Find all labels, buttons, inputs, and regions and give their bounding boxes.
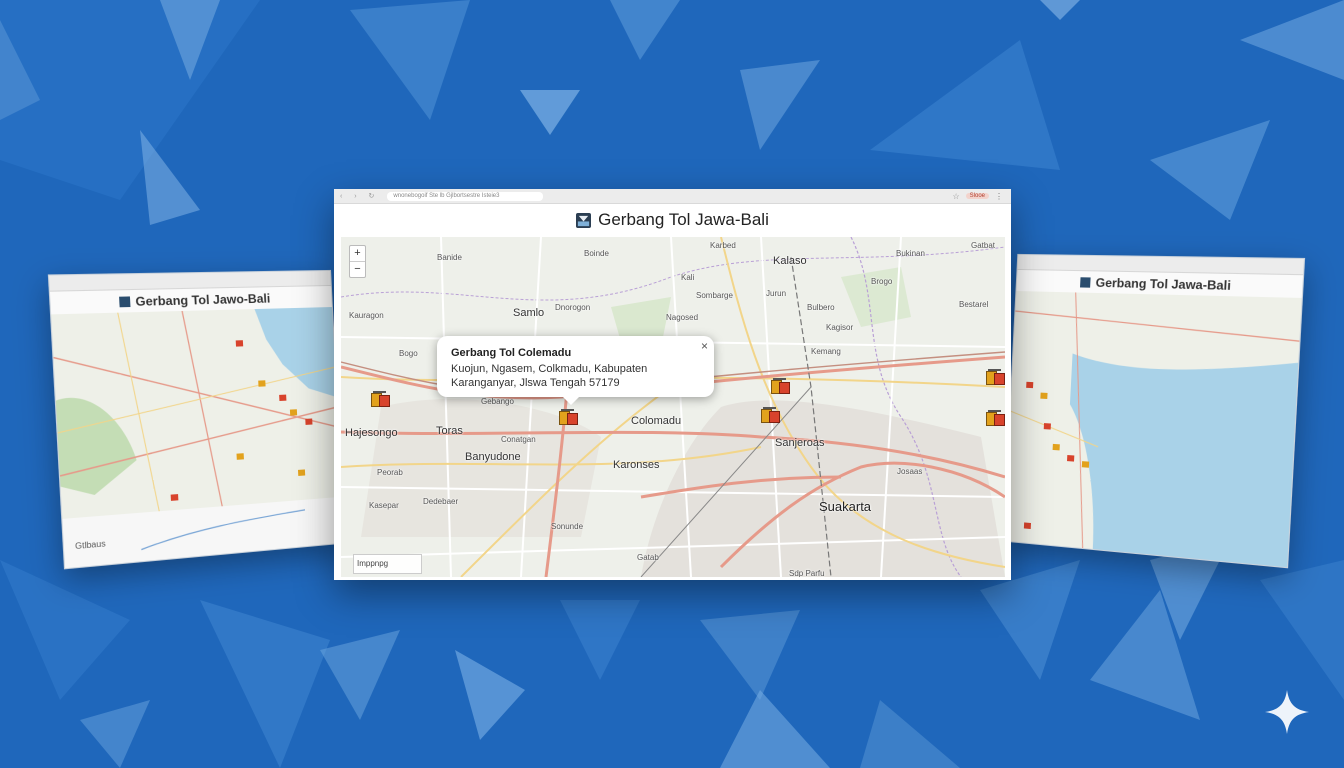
map-label: Kagisor: [826, 323, 853, 332]
map-label: Gatab: [637, 553, 659, 562]
zoom-out-button[interactable]: −: [350, 261, 365, 277]
toll-gate-marker[interactable]: [771, 377, 789, 393]
browser-nav-icons[interactable]: ‹ › ↻: [340, 192, 379, 200]
popup-title: Gerbang Tol Colemadu: [451, 347, 571, 359]
page-title-text: Gerbang Tol Jawa-Bali: [598, 210, 769, 230]
map-label: Dnorogon: [555, 303, 590, 312]
left-app-window[interactable]: Gerbang Tol Jawo-Bali Gtlbaus: [48, 270, 345, 569]
map-label: Kemang: [811, 347, 841, 356]
map-label: Dedebaer: [423, 497, 458, 506]
popup-pointer: [563, 397, 579, 405]
left-window-map[interactable]: [51, 307, 344, 568]
map-label: Bogo: [399, 349, 418, 358]
map-label: Josaas: [897, 467, 922, 476]
address-bar[interactable]: wnonebogoif Ste lb Gjlbortsestre Isteie3: [387, 192, 543, 201]
toll-gate-popup: × Gerbang Tol Colemadu Kuojun, Ngasem, C…: [437, 336, 714, 397]
map-label: Samlo: [513, 307, 544, 319]
map-label: Conatgan: [501, 435, 536, 444]
toll-gate-marker[interactable]: [986, 409, 1004, 425]
zoom-in-button[interactable]: +: [350, 246, 365, 261]
map-label: Suakarta: [819, 499, 871, 514]
popup-address: Kuojun, Ngasem, Colkmadu, Kabupaten Kara…: [451, 362, 671, 390]
map-label: Karonses: [613, 459, 659, 471]
map-label: Kasepar: [369, 501, 399, 510]
right-window-map[interactable]: [1004, 291, 1302, 567]
map-label: Kalaso: [773, 255, 807, 267]
map-label: Kali: [681, 273, 694, 282]
app-logo-icon: [1080, 277, 1091, 287]
map-label: Kauragon: [349, 311, 384, 320]
menu-icon[interactable]: ⋮: [995, 192, 1003, 201]
page-title: Gerbang Tol Jawa-Bali: [334, 204, 1011, 236]
map-label: Banyudone: [465, 451, 521, 463]
toll-gate-marker[interactable]: [371, 390, 389, 406]
map-label: Nagosed: [666, 313, 698, 322]
map-label: Sdp Parfu: [789, 569, 825, 577]
map-label: Bestarel: [959, 300, 988, 309]
toll-gate-marker[interactable]: [761, 406, 779, 422]
app-logo-icon: [119, 296, 130, 307]
profile-button[interactable]: Slooe: [966, 193, 989, 199]
map-label: Bulbero: [807, 303, 835, 312]
map-tiles[interactable]: [341, 237, 1005, 577]
toll-gate-logo-icon: [576, 213, 591, 228]
map-label: Sonunde: [551, 522, 583, 531]
map-scale-control: Imppnpg: [353, 554, 422, 574]
map-label: Bukinan: [896, 249, 925, 258]
map-label: Sombarge: [696, 291, 733, 300]
map-label: Toras: [436, 425, 463, 437]
map-label: Sanjeroas: [775, 437, 825, 449]
star-icon[interactable]: ☆: [952, 192, 959, 201]
map-label: Brogo: [871, 277, 892, 286]
map-label: Boinde: [584, 249, 609, 258]
map-label: Gebango: [481, 397, 514, 406]
toll-gate-marker-selected[interactable]: [559, 408, 577, 424]
map-label: Karbed: [710, 241, 736, 250]
map-label: Jurun: [766, 289, 786, 298]
zoom-control[interactable]: + −: [349, 245, 366, 278]
sparkle-icon: [1263, 688, 1311, 736]
toll-gate-marker[interactable]: [986, 368, 1004, 384]
map-label: Banide: [437, 253, 462, 262]
map-label: Colomadu: [631, 415, 681, 427]
popup-close-button[interactable]: ×: [701, 339, 708, 353]
map-label: Hajesongo: [345, 427, 398, 439]
map-label: Gatbat: [971, 241, 995, 250]
map-view[interactable]: + − Karbed Kalaso Bukinan Gatbat Banide …: [341, 237, 1005, 577]
browser-toolbar: ‹ › ↻ wnonebogoif Ste lb Gjlbortsestre I…: [334, 189, 1011, 204]
main-app-window[interactable]: ‹ › ↻ wnonebogoif Ste lb Gjlbortsestre I…: [334, 189, 1011, 580]
right-app-window[interactable]: Gerbang Tol Jawa-Bali: [1003, 254, 1305, 568]
map-label: Peorab: [377, 468, 403, 477]
